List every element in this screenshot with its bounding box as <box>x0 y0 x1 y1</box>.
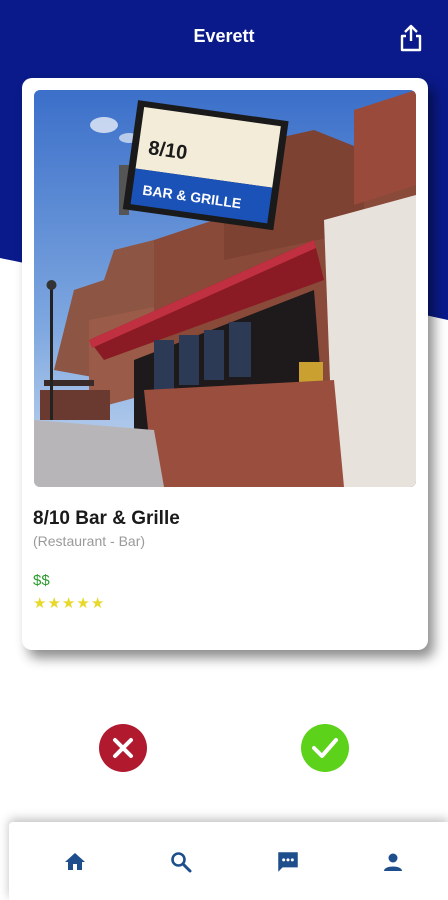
listing-card[interactable]: 8/10 BAR & GRILLE 8/10 Bar & Grille (Res… <box>22 78 428 650</box>
nav-search[interactable] <box>167 848 195 876</box>
nav-messages[interactable] <box>274 848 302 876</box>
nav-profile[interactable] <box>379 848 407 876</box>
page-title: Everett <box>193 26 255 46</box>
listing-name: 8/10 Bar & Grille <box>33 508 180 529</box>
star-icon: ★ <box>90 595 105 612</box>
reject-button[interactable] <box>99 724 147 772</box>
star-icon: ★ <box>76 595 90 612</box>
star-icon: ★ <box>47 595 61 612</box>
listing-category: (Restaurant - Bar) <box>33 533 146 549</box>
chat-icon <box>278 852 298 872</box>
star-icon: ★ <box>33 595 47 612</box>
share-icon <box>400 24 422 52</box>
bottom-navigation <box>9 822 448 900</box>
accept-button[interactable] <box>301 724 349 772</box>
share-button[interactable] <box>396 22 426 54</box>
search-icon <box>171 852 192 873</box>
nav-home[interactable] <box>61 848 89 876</box>
rating-stars: ★ ★ ★ ★ ★ <box>33 596 104 612</box>
home-icon <box>65 853 85 870</box>
check-icon <box>312 738 338 758</box>
profile-icon <box>384 853 402 871</box>
listing-price: $$ <box>33 572 50 589</box>
listing-photo: 8/10 BAR & GRILLE <box>34 90 416 487</box>
close-icon <box>113 738 133 758</box>
star-icon: ★ <box>61 595 76 612</box>
